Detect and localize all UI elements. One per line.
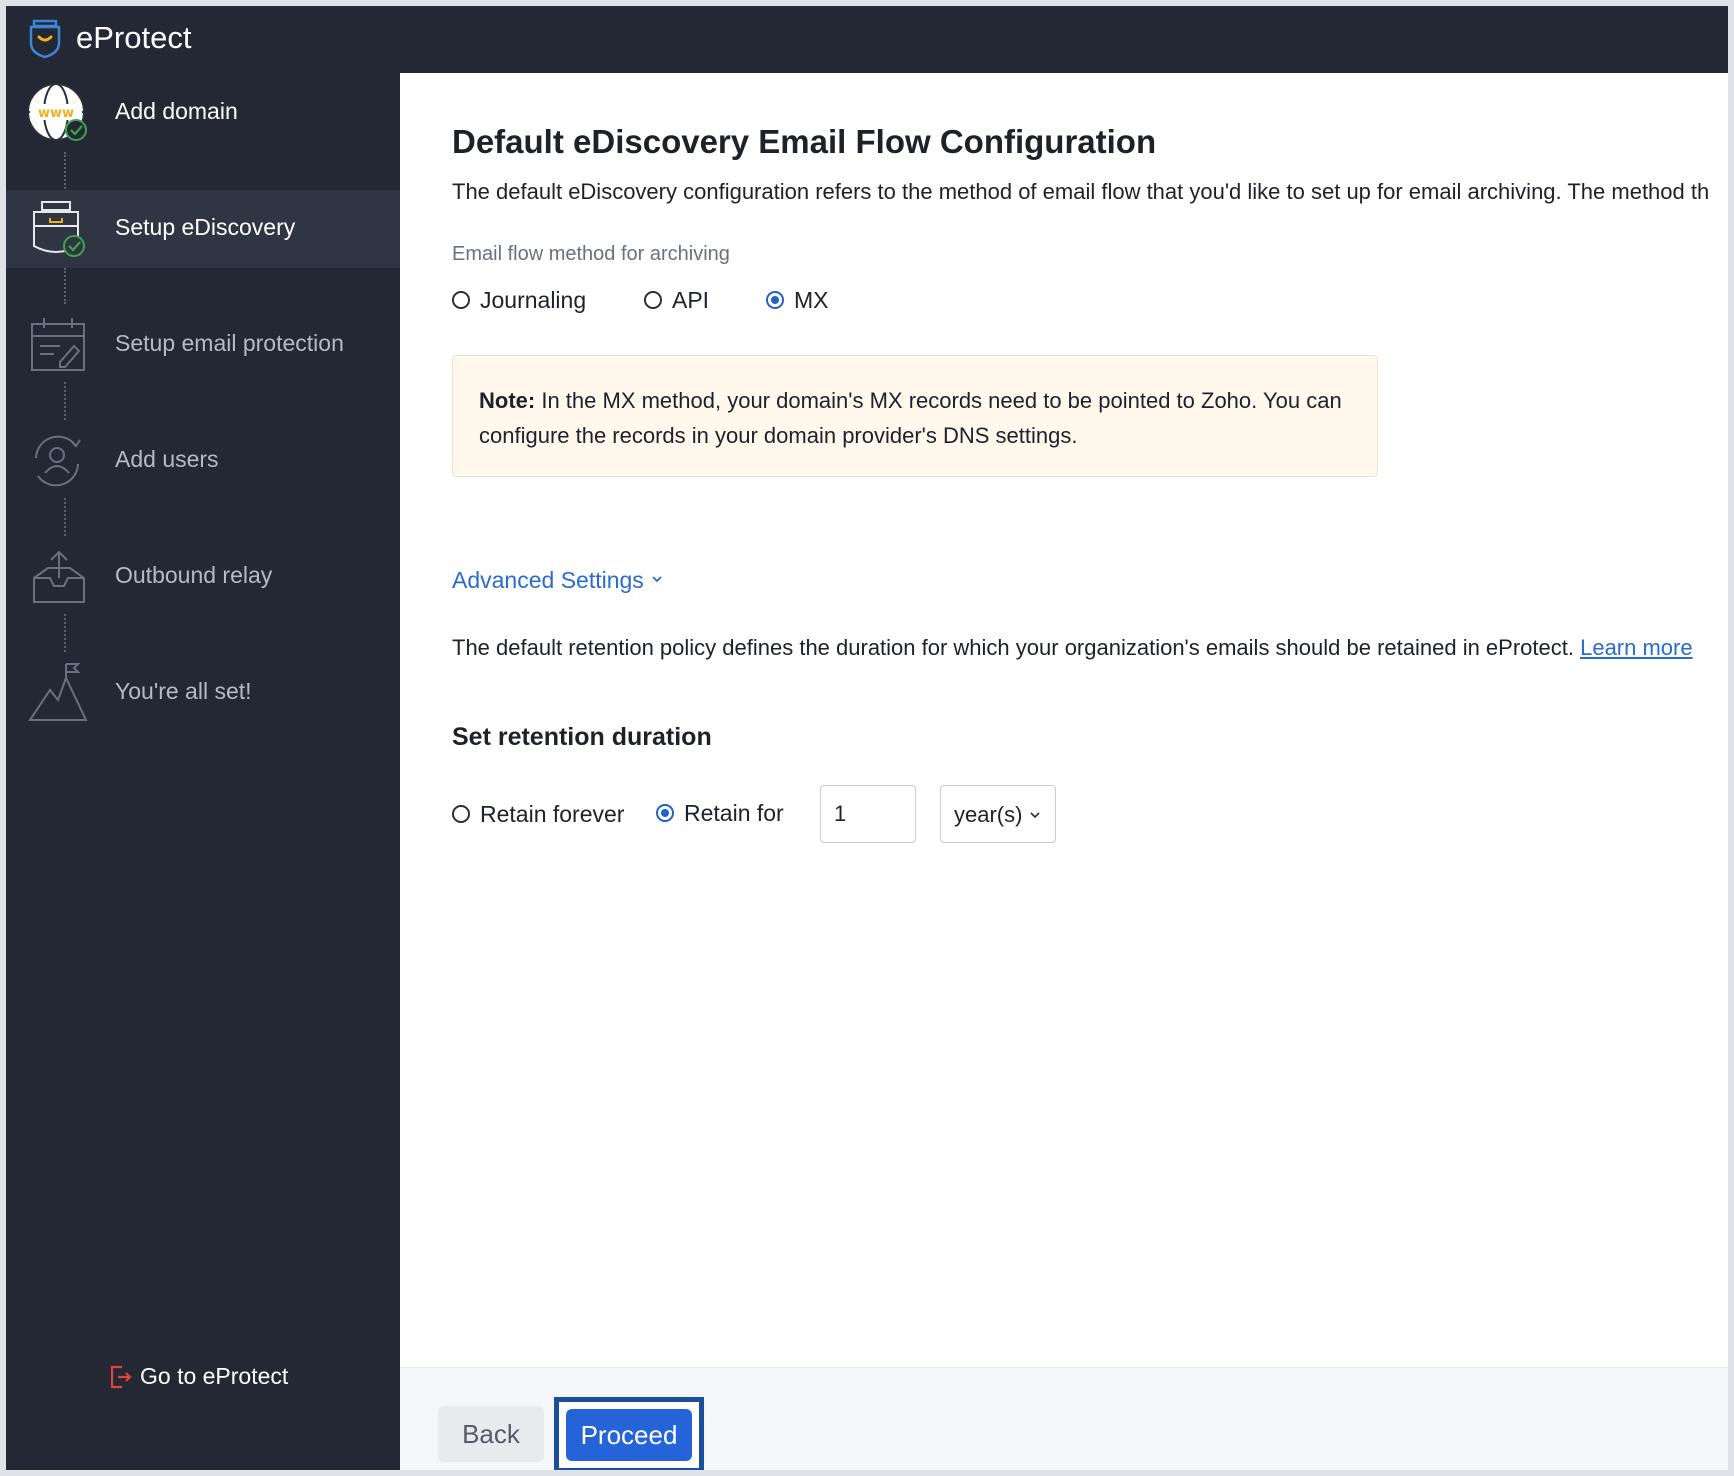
advanced-settings-label: Advanced Settings [452,567,644,593]
radio-circle [766,291,784,309]
retention-unit-label: year(s) [954,802,1023,827]
eprotect-logo-icon [29,19,61,59]
note-prefix: Note: [479,388,536,413]
radio-circle [644,291,662,309]
top-bar: eProtect [6,6,1728,74]
sidebar-step-label: Outbound relay [115,562,273,588]
sidebar-step-label: You're all set! [115,678,252,704]
archive-box-icon [33,201,85,257]
sidebar-step-setup-ediscovery[interactable]: Setup eDiscovery [6,190,400,268]
app-window: eProtect www Add domain Setup eDiscovery… [6,6,1728,1470]
radio-circle [452,291,470,309]
globe-www-icon: www [27,83,87,141]
back-button[interactable]: Back [438,1406,544,1462]
sidebar-step-label: Setup email protection [115,330,344,356]
sidebar-step-label: Add domain [115,98,238,124]
page-description: The default eDiscovery configuration ref… [452,179,1710,204]
sidebar-step-label: Setup eDiscovery [115,214,296,240]
step-connector [64,268,66,304]
mx-note-box: Note: In the MX method, your domain's MX… [452,355,1378,477]
calendar-edit-icon [31,318,85,371]
mountain-flag-icon [28,663,88,721]
retention-description: The default retention policy defines the… [452,635,1693,661]
chevron-down-icon [1030,812,1040,819]
exit-door-icon [110,1365,132,1389]
step-connector [64,152,66,192]
retention-unit-select[interactable]: year(s) [940,785,1056,843]
chevron-down-icon [652,576,662,583]
note-body: In the MX method, your domain's MX recor… [479,388,1342,448]
step-connector [64,382,66,420]
advanced-settings-toggle[interactable]: Advanced Settings [452,567,662,597]
retention-value-input[interactable] [820,785,916,843]
radio-circle [656,804,674,822]
note-text: Note: In the MX method, your domain's MX… [479,383,1359,453]
svg-text:www: www [38,106,74,121]
sidebar-step-add-users[interactable]: Add users [6,422,400,500]
app-name: eProtect [76,20,192,55]
sidebar-step-setup-email-protection[interactable]: Setup email protection [6,306,400,384]
sidebar-step-all-set[interactable]: You're all set! [6,654,400,732]
step-connector [64,614,66,652]
setup-steps-sidebar: www Add domain Setup eDiscovery Setup em… [6,74,400,1470]
learn-more-link[interactable]: Learn more [1580,635,1693,660]
step-connector [64,498,66,536]
sidebar-step-outbound-relay[interactable]: Outbound relay [6,538,400,616]
radio-label: Retain for [684,800,784,826]
retention-description-text: The default retention policy defines the… [452,635,1574,660]
user-sync-icon [35,435,81,487]
sidebar-step-label: Add users [115,446,219,472]
go-to-eprotect-label: Go to eProtect [140,1363,289,1389]
radio-label: MX [794,287,829,313]
retention-duration-title: Set retention duration [452,723,712,751]
proceed-focus-ring: Proceed [554,1397,704,1470]
outbox-tray-icon [33,550,85,603]
radio-label: API [672,287,710,313]
radio-label: Retain forever [480,801,625,827]
main-content-panel: Default eDiscovery Email Flow Configurat… [400,73,1728,1470]
radio-circle [452,805,470,823]
page-title: Default eDiscovery Email Flow Configurat… [452,123,1157,160]
radio-label: Journaling [480,287,587,313]
sidebar-step-add-domain[interactable]: www Add domain [6,74,400,152]
footer-bar: Back Proceed [400,1367,1728,1470]
proceed-button[interactable]: Proceed [566,1409,692,1461]
email-flow-method-label: Email flow method for archiving [452,243,730,265]
